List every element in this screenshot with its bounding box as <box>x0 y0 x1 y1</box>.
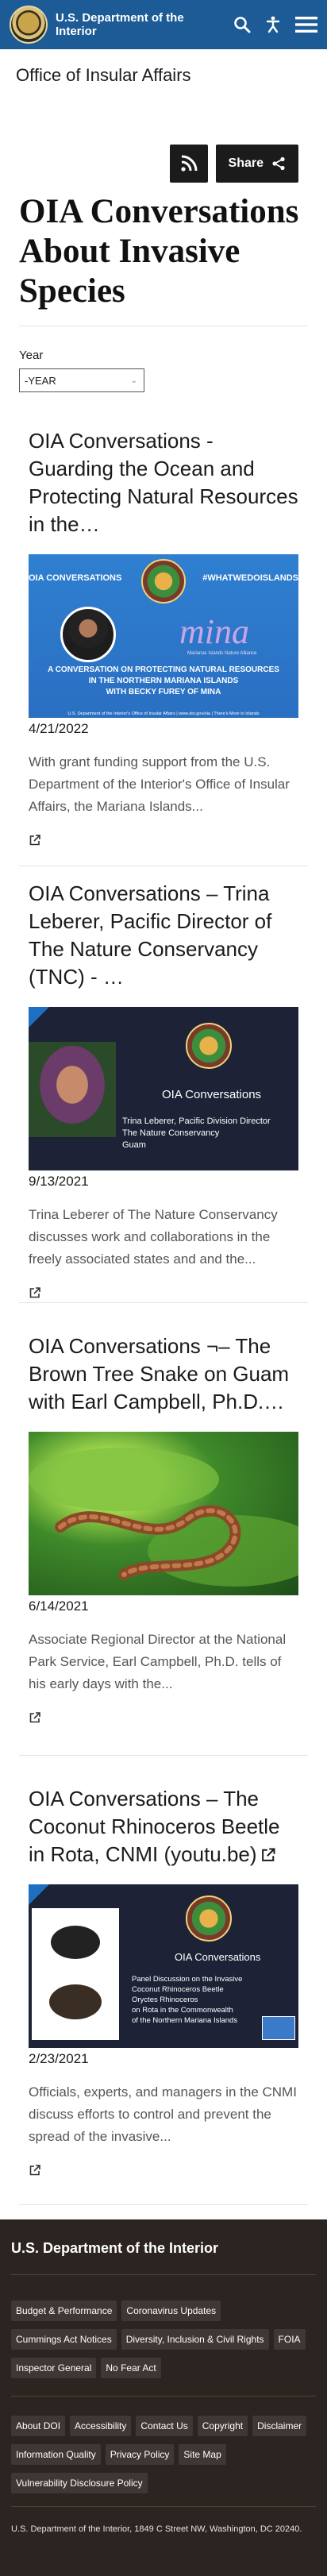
article-thumbnail[interactable] <box>29 1432 298 1595</box>
mina-logo-subtitle: Marianas Islands Nature Alliance <box>187 651 257 656</box>
external-link-icon[interactable] <box>29 2164 298 2181</box>
article-thumbnail[interactable]: OIA CONVERSATIONS #WHATWEDOISLANDS mina … <box>29 554 298 718</box>
thumb-accent <box>29 1007 49 1028</box>
article-title[interactable]: OIA Conversations – The Coconut Rhinocer… <box>29 1785 298 1868</box>
article-title[interactable]: OIA Conversations ¬– The Brown Tree Snak… <box>29 1332 298 1416</box>
article-card: OIA Conversations - Guarding the Ocean a… <box>29 427 298 850</box>
doi-seal-logo[interactable] <box>10 6 48 44</box>
article-date: 2/23/2021 <box>29 2051 89 2066</box>
footer-link[interactable]: Diversity, Inclusion & Civil Rights <box>121 2329 269 2350</box>
article-date: 9/13/2021 <box>29 1174 89 1189</box>
oia-seal <box>186 1023 232 1069</box>
thumb-caption-2: IN THE NORTHERN MARIANA ISLANDS <box>88 677 239 685</box>
article-thumbnail[interactable]: OIA Conversations Trina Leberer, Pacific… <box>29 1007 298 1170</box>
footer-links-secondary: About DOI Accessibility Contact Us Copyr… <box>0 2397 327 2493</box>
footer-link[interactable]: Coronavirus Updates <box>121 2300 221 2321</box>
thumb-footer: U.S. Department of the Interior's Office… <box>67 711 260 716</box>
divider <box>19 2204 308 2205</box>
thumb-caption-1: A CONVERSATION ON PROTECTING NATURAL RES… <box>48 665 279 674</box>
oia-seal <box>186 1895 232 1942</box>
mina-logo: mina <box>179 612 249 651</box>
article-title[interactable]: OIA Conversations – Trina Leberer, Pacif… <box>29 880 298 991</box>
chevron-down-icon: ⌄ <box>130 376 137 385</box>
thumb-line-4: on Rota in the Commonwealth <box>132 2006 233 2015</box>
external-link-icon[interactable] <box>29 834 298 850</box>
year-select-value: -YEAR <box>25 374 56 387</box>
site-header: U.S. Department of the Interior <box>0 0 327 49</box>
thumb-left-tag: OIA CONVERSATIONS <box>29 573 122 583</box>
search-icon[interactable] <box>233 16 251 33</box>
external-link-icon[interactable] <box>29 1711 298 1728</box>
article-description: Associate Regional Director at the Natio… <box>29 1632 287 1691</box>
footer-link[interactable]: FOIA <box>273 2329 306 2350</box>
external-link-icon[interactable] <box>29 1286 298 1303</box>
speaker-photo <box>60 607 116 662</box>
accessibility-icon[interactable] <box>265 16 281 33</box>
thumb-line-3: Guam <box>122 1140 146 1150</box>
rss-button[interactable] <box>169 145 208 183</box>
divider <box>19 1755 308 1756</box>
article-description: With grant funding support from the U.S.… <box>29 754 290 814</box>
article-title[interactable]: OIA Conversations - Guarding the Ocean a… <box>29 427 298 538</box>
footer-link[interactable]: Copyright <box>197 2416 248 2436</box>
footer-title[interactable]: U.S. Department of the Interior <box>0 2219 327 2257</box>
footer-link[interactable]: Inspector General <box>11 2358 97 2378</box>
thumb-right-tag: #WHATWEDOISLANDS <box>202 573 298 583</box>
thumb-heading: OIA Conversations <box>175 1951 261 1963</box>
share-icon <box>272 156 285 171</box>
footer-link[interactable]: Accessibility <box>70 2416 132 2436</box>
footer-link[interactable]: Privacy Policy <box>105 2444 175 2465</box>
footer-address: U.S. Department of the Interior, 1849 C … <box>11 2524 302 2534</box>
cnmi-flag <box>262 2016 295 2040</box>
thumb-line-2: The Nature Conservancy <box>122 1128 220 1138</box>
footer-link[interactable]: Disclaimer <box>252 2416 307 2436</box>
article-date: 4/21/2022 <box>29 721 89 736</box>
article-title-text: OIA Conversations – The Coconut Rhinocer… <box>29 1787 280 1866</box>
thumb-line-1: Trina Leberer, Pacific Division Director <box>122 1116 271 1126</box>
year-filter: Year -YEAR ⌄ <box>0 326 327 392</box>
year-select[interactable]: -YEAR ⌄ <box>19 368 144 392</box>
agency-name[interactable]: U.S. Department of the Interior <box>56 11 214 38</box>
site-footer: U.S. Department of the Interior Budget &… <box>0 2219 327 2576</box>
thumb-line-1: Panel Discussion on the Invasive <box>132 1975 243 1984</box>
article-description: Officials, experts, and managers in the … <box>29 2084 297 2144</box>
article-card: OIA Conversations ¬– The Brown Tree Snak… <box>29 1332 298 1728</box>
speaker-photo <box>29 1042 116 1137</box>
footer-link[interactable]: About DOI <box>11 2416 66 2436</box>
footer-link[interactable]: No Fear Act <box>101 2358 161 2378</box>
rss-icon <box>180 155 198 172</box>
article-card: OIA Conversations – The Coconut Rhinocer… <box>29 1785 298 2181</box>
footer-link[interactable]: Information Quality <box>11 2444 101 2465</box>
article-description: Trina Leberer of The Nature Conservancy … <box>29 1207 278 1267</box>
year-filter-label: Year <box>19 349 44 362</box>
thumb-line-3: Oryctes Rhinoceros <box>132 1996 198 2004</box>
thumb-line-2: Coconut Rhinoceros Beetle <box>132 1985 224 1994</box>
share-label: Share <box>228 156 264 170</box>
page-title: OIA Conversations About Invasive Species <box>19 193 299 310</box>
beetle-photo <box>32 1908 119 2040</box>
footer-link[interactable]: Cummings Act Notices <box>11 2329 117 2350</box>
oia-seal <box>141 559 186 604</box>
snake-illustration <box>29 1448 298 1587</box>
office-name[interactable]: Office of Insular Affairs <box>0 49 327 145</box>
article-card: OIA Conversations – Trina Leberer, Pacif… <box>29 880 298 1303</box>
footer-link[interactable]: Budget & Performance <box>11 2300 117 2321</box>
thumb-heading: OIA Conversations <box>162 1088 262 1101</box>
thumb-line-5: of the Northern Mariana Islands <box>132 2016 238 2025</box>
footer-link[interactable]: Site Map <box>179 2444 226 2465</box>
footer-link[interactable]: Vulnerability Disclosure Policy <box>11 2473 148 2493</box>
article-thumbnail[interactable]: OIA Conversations Panel Discussion on th… <box>29 1884 298 2048</box>
footer-links-primary: Budget & Performance Coronavirus Updates… <box>0 2275 327 2378</box>
thumb-accent <box>29 1884 49 1905</box>
divider <box>19 1302 308 1303</box>
footer-link[interactable]: Contact Us <box>136 2416 193 2436</box>
thumb-caption-3: WITH BECKY FUREY OF MINA <box>106 688 221 696</box>
external-link-icon <box>261 1848 275 1861</box>
article-date: 6/14/2021 <box>29 1598 89 1614</box>
share-button[interactable]: Share <box>215 145 298 183</box>
menu-icon[interactable] <box>295 15 317 34</box>
